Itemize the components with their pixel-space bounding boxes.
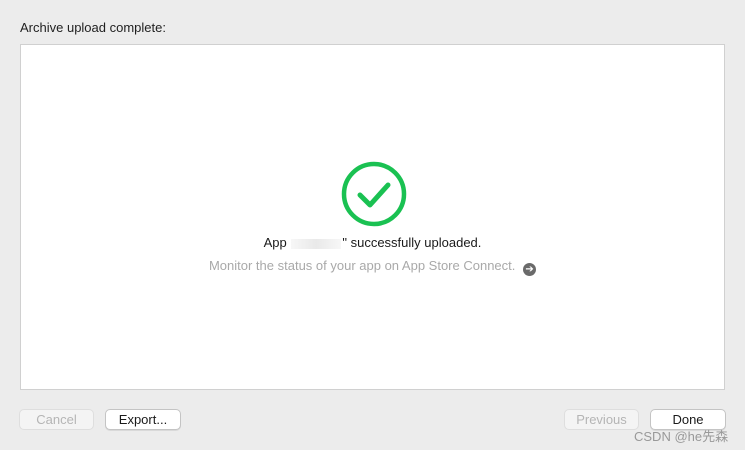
monitor-status-hint: Monitor the status of your app on App St… bbox=[21, 258, 724, 276]
watermark: CSDN @he先森 bbox=[634, 429, 729, 444]
status-prefix: App bbox=[263, 235, 287, 250]
upload-status-message: App " successfully uploaded. bbox=[21, 235, 724, 250]
upload-complete-dialog: Archive upload complete: App " successfu… bbox=[0, 0, 745, 450]
result-panel: App " successfully uploaded. Monitor the… bbox=[20, 44, 725, 390]
previous-button[interactable]: Previous bbox=[564, 409, 639, 430]
status-suffix: " successfully uploaded. bbox=[342, 235, 482, 250]
cancel-button[interactable]: Cancel bbox=[19, 409, 94, 430]
export-button[interactable]: Export... bbox=[105, 409, 181, 430]
arrow-right-circle-icon[interactable]: ➔ bbox=[523, 263, 537, 276]
redacted-app-name bbox=[291, 238, 342, 249]
checkmark-circle-icon bbox=[341, 161, 407, 227]
dialog-header: Archive upload complete: bbox=[20, 20, 166, 35]
monitor-text: Monitor the status of your app on App St… bbox=[208, 258, 516, 273]
